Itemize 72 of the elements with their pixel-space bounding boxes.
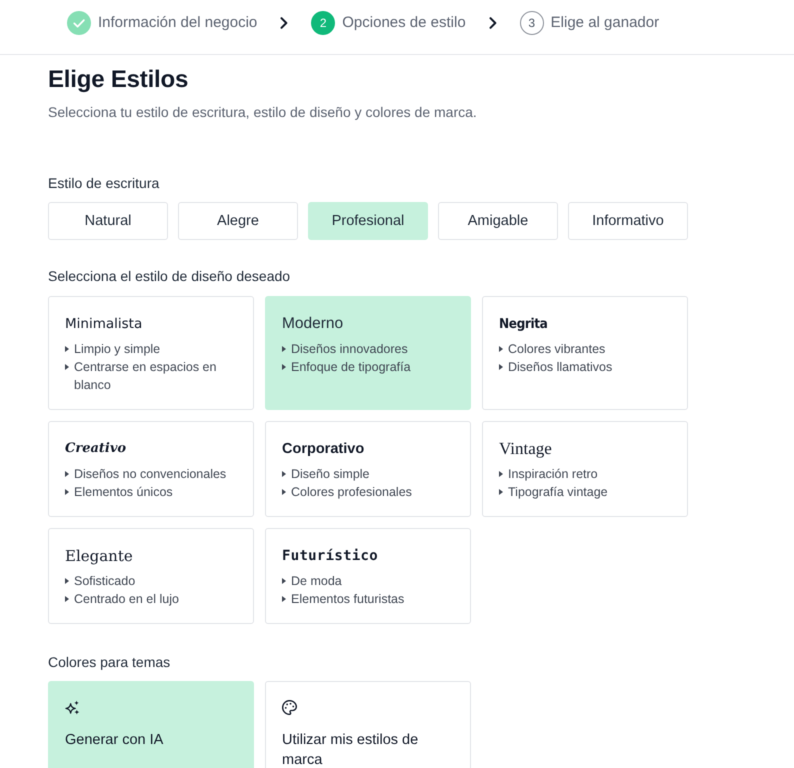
style-title: Negrita xyxy=(499,315,548,334)
bullet-icon xyxy=(499,346,503,352)
feature-text: De moda xyxy=(291,573,343,590)
style-title: Vintage xyxy=(499,439,553,459)
writing-style-option[interactable]: Profesional xyxy=(308,202,428,240)
style-card[interactable]: Corporativo Diseño simple Colores profesionales xyxy=(265,421,471,517)
feature-text: Tipografía vintage xyxy=(508,484,609,501)
style-title: Futurístico xyxy=(282,547,380,566)
feature-text: Enfoque de tipografía xyxy=(291,359,412,376)
feature-text: Inspiración retro xyxy=(508,466,599,483)
bullet-icon xyxy=(282,489,286,495)
feature-text: Elementos únicos xyxy=(74,484,174,501)
step-number: 3 xyxy=(520,11,544,35)
page-title: Elige Estilos xyxy=(48,65,190,95)
feature-text: Limpio y simple xyxy=(74,341,162,358)
bullet-icon xyxy=(65,489,69,495)
step-label: Elige al ganador xyxy=(550,13,660,33)
bullet-icon xyxy=(282,471,286,477)
option-label: Generar con IA xyxy=(65,731,164,750)
step-label: Información del negocio xyxy=(98,13,258,33)
bullet-icon xyxy=(65,471,69,477)
bullet-icon xyxy=(65,364,69,370)
feature-text: Elementos futuristas xyxy=(291,591,406,608)
style-title: Minimalista xyxy=(65,315,144,334)
theme-option-card[interactable]: Generar con IA xyxy=(48,681,254,768)
writing-style-option[interactable]: Informativo xyxy=(568,202,688,240)
option-label: Utilizar mis estilos de marca xyxy=(282,731,420,768)
feature-text: Diseños innovadores xyxy=(291,341,409,358)
style-card[interactable]: Moderno Diseños innovadores Enfoque de tipografía xyxy=(265,296,471,410)
bullet-icon xyxy=(65,346,69,352)
section-label: Colores para temas xyxy=(48,653,172,672)
theme-option-card[interactable]: Utilizar mis estilos de marca xyxy=(265,681,471,768)
bullet-icon xyxy=(499,489,503,495)
bullet-icon xyxy=(499,364,503,370)
feature-text: Colores profesionales xyxy=(291,484,413,501)
bullet-icon xyxy=(282,578,286,584)
style-card[interactable]: Creativo Diseños no convencionales Elementos únicos xyxy=(48,421,254,517)
check-circle-icon xyxy=(67,11,91,35)
section-label: Selecciona el estilo de diseño deseado xyxy=(48,267,292,286)
step-label: Opciones de estilo xyxy=(342,13,466,33)
bullet-icon xyxy=(282,346,286,352)
feature-text: Diseños no convencionales xyxy=(74,466,228,483)
step-number: 2 xyxy=(311,11,336,35)
writing-style-option[interactable]: Natural xyxy=(48,202,168,240)
style-title: Moderno xyxy=(282,314,344,334)
feature-text: Colores vibrantes xyxy=(508,341,606,358)
style-title: Corporativo xyxy=(282,440,366,459)
feature-text: Centrado en el lujo xyxy=(74,591,180,608)
bullet-icon xyxy=(65,578,69,584)
style-title: Creativo xyxy=(65,440,128,458)
writing-style-option[interactable]: Alegre xyxy=(178,202,298,240)
feature-text: Diseño simple xyxy=(291,466,371,483)
chevron-right-icon xyxy=(488,17,497,29)
chevron-right-icon xyxy=(280,17,288,29)
bullet-icon xyxy=(65,596,69,602)
section-label: Estilo de escritura xyxy=(48,174,160,193)
feature-text: Diseños llamativos xyxy=(508,359,614,376)
style-card[interactable]: Futurístico De moda Elementos futuristas xyxy=(265,528,471,624)
style-card[interactable]: Vintage Inspiración retro Tipografía vintage xyxy=(482,421,688,517)
palette-icon xyxy=(282,700,297,715)
page-subtitle: Selecciona tu estilo de escritura, estilo de diseño y colores de marca. xyxy=(48,103,478,122)
feature-text: Centrarse en espacios en blanco xyxy=(74,359,218,394)
sparkles-icon xyxy=(65,700,80,715)
bullet-icon xyxy=(499,471,503,477)
style-card[interactable]: Elegante Sofisticado Centrado en el lujo xyxy=(48,528,254,624)
style-card[interactable]: Minimalista Limpio y simple Centrarse en espacios en blanco xyxy=(48,296,254,410)
bullet-icon xyxy=(282,596,286,602)
bullet-icon xyxy=(282,364,286,370)
writing-style-option[interactable]: Amigable xyxy=(438,202,558,240)
style-card[interactable]: Negrita Colores vibrantes Diseños llamativos xyxy=(482,296,688,410)
feature-text: Sofisticado xyxy=(74,573,136,590)
style-title: Elegante xyxy=(65,546,134,566)
